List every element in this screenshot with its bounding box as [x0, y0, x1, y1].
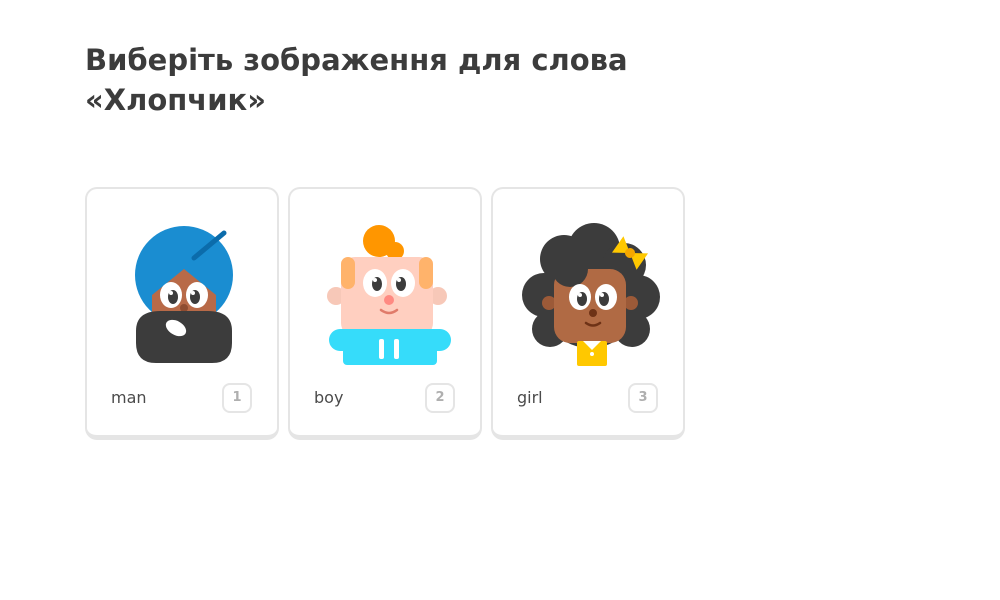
- keyboard-shortcut-badge: 1: [222, 383, 252, 413]
- keyboard-shortcut-badge: 3: [628, 383, 658, 413]
- boy-illustration: [317, 213, 457, 373]
- choice-label: man: [111, 388, 147, 407]
- man-with-turban-illustration: [114, 213, 254, 373]
- page: Виберіть зображення для слова «Хлопчик»: [0, 0, 1000, 600]
- choice-card-girl[interactable]: girl 3: [491, 187, 685, 440]
- choice-label: girl: [517, 388, 543, 407]
- choice-label: boy: [314, 388, 344, 407]
- choice-card-man[interactable]: man 1: [85, 187, 279, 440]
- prompt-title: Виберіть зображення для слова «Хлопчик»: [85, 43, 628, 117]
- girl-with-bow-illustration: [520, 213, 660, 373]
- keyboard-shortcut-badge: 2: [425, 383, 455, 413]
- choice-card-boy[interactable]: boy 2: [288, 187, 482, 440]
- choice-list: man 1 boy 2 girl 3: [85, 187, 685, 440]
